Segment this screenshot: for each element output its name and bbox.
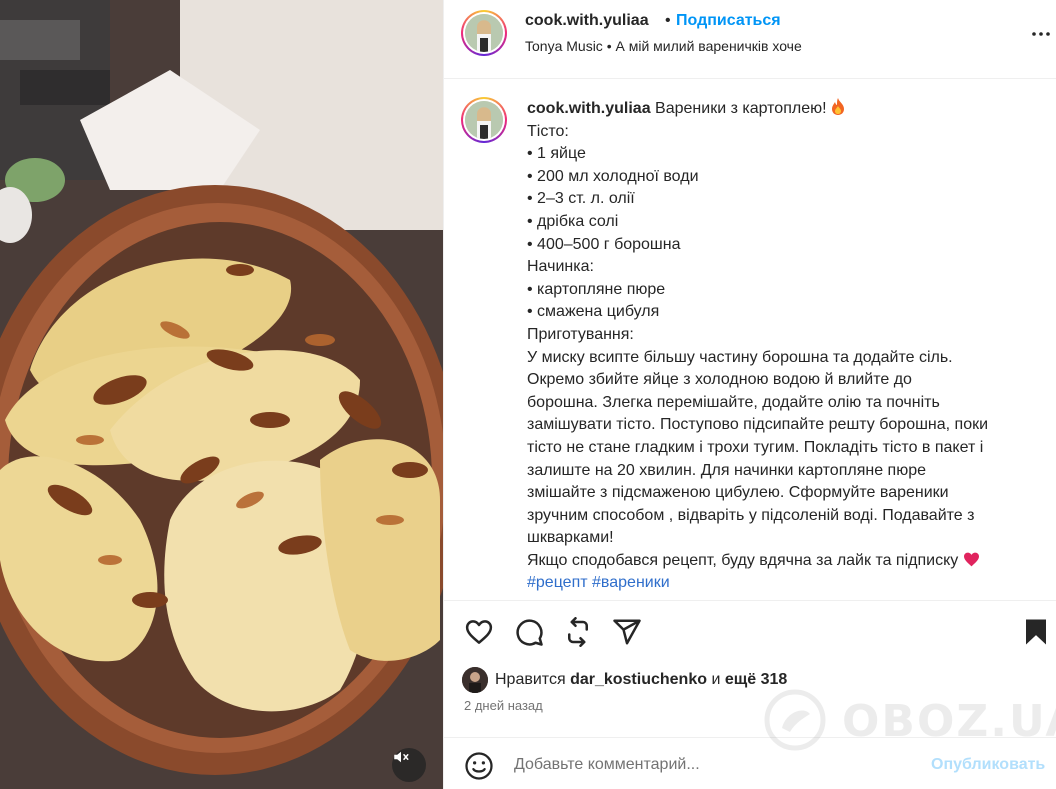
- publish-button[interactable]: Опубликовать: [931, 756, 1045, 774]
- caption-line: зручним способом , відваріть у підсолені…: [527, 506, 975, 524]
- caption-line: • 200 мл холодної води: [527, 167, 699, 185]
- emoji-button[interactable]: [464, 751, 494, 781]
- likes-count-link[interactable]: ещё 318: [725, 671, 787, 689]
- caption-line: Приготування:: [527, 325, 634, 343]
- caption-line: залиште на 20 хвилин. Для начинки картоп…: [527, 461, 926, 479]
- fire-icon: [832, 98, 844, 115]
- comment-button[interactable]: [514, 617, 544, 647]
- caption-username[interactable]: cook.with.yuliaa: [527, 100, 651, 117]
- caption-line: • смажена цибуля: [527, 303, 660, 321]
- heart-icon: [465, 620, 493, 644]
- post-actions-bar: [444, 600, 1056, 664]
- caption-line: тісто не стане гладким і трохи тугим. По…: [527, 438, 984, 456]
- author-avatar-image: [465, 14, 503, 52]
- caption-title: Вареники з картоплею!: [655, 100, 827, 117]
- caption-avatar-image: [465, 101, 503, 139]
- caption-line: • дрібка солі: [527, 212, 619, 230]
- like-button[interactable]: [464, 617, 494, 647]
- author-username[interactable]: cook.with.yuliaa: [525, 12, 649, 30]
- caption-line: • картопляне пюре: [527, 280, 666, 298]
- caption-line: У миску всипте більшу частину борошна та…: [527, 348, 953, 366]
- caption-closing: Якщо сподобався рецепт, буду вдячна за л…: [527, 551, 959, 569]
- comment-input[interactable]: [514, 752, 904, 778]
- comment-icon: [516, 619, 543, 646]
- liker-username[interactable]: dar_kostiuchenko: [570, 671, 707, 689]
- post-timestamp[interactable]: 2 дней назад: [464, 698, 543, 713]
- more-options-button[interactable]: [1029, 22, 1053, 46]
- muted-speaker-icon: [394, 751, 409, 763]
- share-button[interactable]: [612, 617, 642, 647]
- post-caption: cook.with.yuliaa Вареники з картоплею! Т…: [527, 98, 1037, 595]
- repost-button[interactable]: [563, 617, 593, 647]
- caption-line: Тісто:: [527, 122, 569, 140]
- caption-line: • 1 яйце: [527, 145, 586, 163]
- repost-icon: [568, 617, 588, 647]
- caption-line: • 2–3 ст. л. олії: [527, 190, 635, 208]
- comment-composer: Опубликовать: [444, 737, 1056, 789]
- audio-track-link[interactable]: Tonya Music • А мій милий вареничків хоч…: [525, 38, 802, 54]
- likes-summary: Нравится dar_kostiuchenko и ещё 318: [462, 666, 787, 694]
- caption-line: • 400–500 г борошна: [527, 235, 681, 253]
- food-photo: [0, 0, 443, 789]
- hashtag-link[interactable]: #вареники: [592, 574, 670, 591]
- likes-joiner: и: [711, 671, 721, 688]
- follow-button[interactable]: Подписаться: [676, 12, 781, 30]
- likes-prefix: Нравится: [495, 671, 566, 688]
- bookmark-icon: [1026, 619, 1046, 645]
- caption-line: Начинка:: [527, 258, 594, 276]
- liker-avatar[interactable]: [462, 667, 488, 693]
- caption-line: змішайте з підсмаженою цибулею. Сформуйт…: [527, 484, 949, 502]
- caption-author-avatar[interactable]: [461, 97, 507, 143]
- more-icon: [1032, 32, 1050, 36]
- author-avatar[interactable]: [461, 10, 507, 56]
- share-icon: [613, 619, 641, 645]
- emoji-icon: [465, 752, 493, 780]
- caption-section: cook.with.yuliaa Вареники з картоплею! Т…: [444, 80, 1056, 600]
- post-media-video[interactable]: [0, 0, 443, 789]
- hashtag-link[interactable]: #рецепт: [527, 574, 588, 591]
- post-side-panel: cook.with.yuliaa • Подписаться Tonya Mus…: [443, 0, 1056, 789]
- header-separator: •: [665, 12, 671, 29]
- heart-emoji-icon: [963, 552, 979, 567]
- post-header: cook.with.yuliaa • Подписаться Tonya Mus…: [444, 0, 1056, 79]
- save-button[interactable]: [1021, 617, 1051, 647]
- caption-line: шкварками!: [527, 529, 614, 547]
- liker-avatar-image: [462, 667, 488, 693]
- mute-button[interactable]: [392, 748, 426, 782]
- caption-line: Окремо збийте яйце з холодною водою й вл…: [527, 371, 912, 389]
- caption-line: борошна. Злегка перемішайте, додайте олі…: [527, 393, 940, 411]
- caption-line: замішувати тісто. Поступово підсипайте р…: [527, 416, 989, 434]
